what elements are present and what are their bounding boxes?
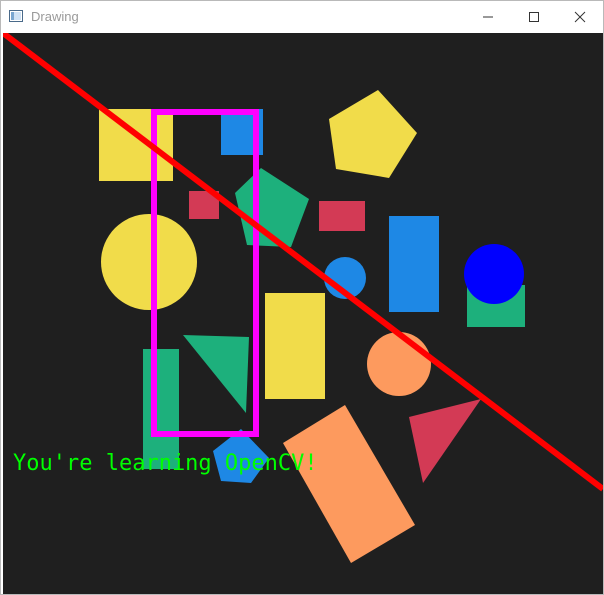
blue-tall-rectangle bbox=[389, 216, 439, 312]
title-bar[interactable]: Drawing bbox=[1, 1, 603, 32]
window-title: Drawing bbox=[31, 9, 79, 24]
canvas-image: You're learning OpenCV! bbox=[3, 33, 603, 594]
drawing-canvas[interactable]: You're learning OpenCV! bbox=[3, 33, 603, 594]
overlay-text: You're learning OpenCV! bbox=[13, 451, 318, 476]
minimize-icon bbox=[483, 16, 493, 17]
yellow-tall-rectangle bbox=[265, 293, 325, 399]
bright-blue-circle bbox=[464, 244, 524, 304]
app-window: Drawing You're learning OpenCV! bbox=[0, 0, 604, 595]
minimize-button[interactable] bbox=[465, 1, 511, 32]
close-icon bbox=[574, 11, 586, 22]
app-icon bbox=[9, 10, 23, 22]
close-button[interactable] bbox=[557, 1, 603, 32]
yellow-square bbox=[99, 109, 173, 181]
orange-circle bbox=[367, 332, 431, 396]
maximize-button[interactable] bbox=[511, 1, 557, 32]
maximize-icon bbox=[529, 11, 539, 22]
yellow-circle bbox=[101, 214, 197, 310]
red-rectangle bbox=[319, 201, 365, 231]
